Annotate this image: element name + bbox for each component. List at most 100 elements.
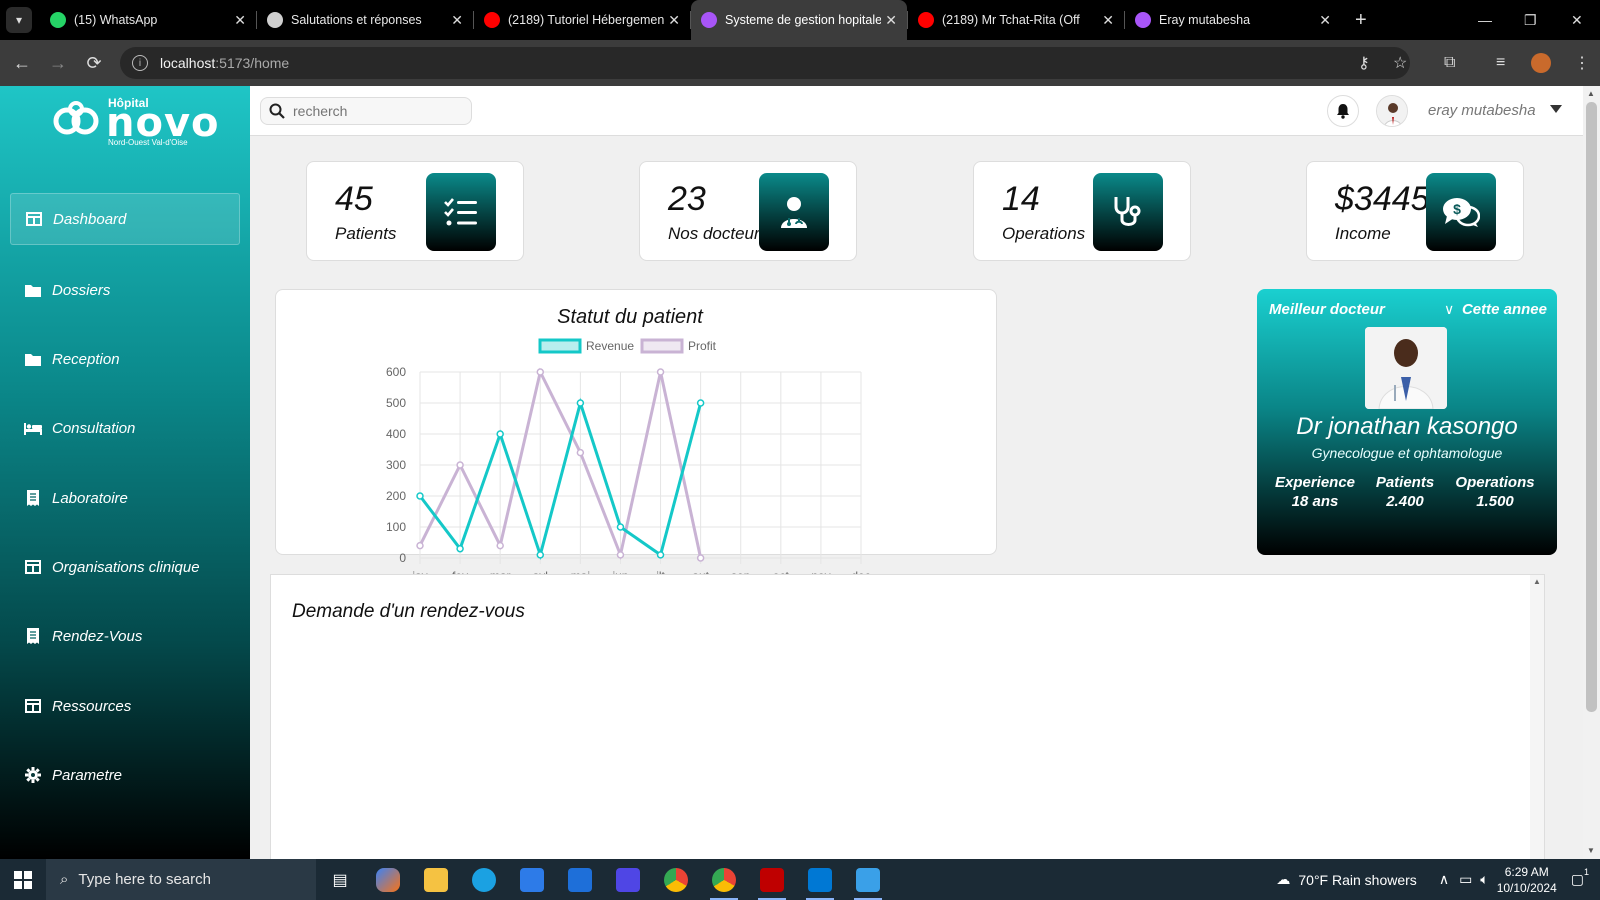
chrome-active-app[interactable] <box>700 859 748 900</box>
vscode-app[interactable] <box>796 859 844 900</box>
start-button[interactable] <box>0 870 46 889</box>
sidebar-item-consultation[interactable]: Consultation <box>10 402 240 454</box>
sidebar-item-laboratoire[interactable]: Laboratoire <box>10 472 240 524</box>
data-point-profit <box>536 368 545 376</box>
browser-tab[interactable]: Eray mutabesha ✕ <box>1125 0 1341 40</box>
sidebar-item-organisations-clinique[interactable]: Organisations clinique <box>10 541 240 593</box>
search-input[interactable] <box>293 103 453 119</box>
chrome-app[interactable] <box>652 859 700 900</box>
user-menu-caret-icon[interactable] <box>1550 105 1562 113</box>
image-app[interactable] <box>844 859 892 900</box>
clock[interactable]: 6:29 AM 10/10/2024 <box>1497 864 1557 896</box>
user-name[interactable]: eray mutabesha <box>1428 102 1536 119</box>
tab-search-button[interactable]: ▾ <box>6 7 32 33</box>
back-button[interactable]: ← <box>4 53 40 74</box>
stat-label: Patients <box>335 224 397 243</box>
y-tick-label: 0 <box>399 551 406 565</box>
media-control-icon[interactable]: ≡ <box>1496 40 1505 86</box>
page-scroll-thumb[interactable] <box>1586 102 1597 712</box>
sidebar-item-label: Dashboard <box>53 210 127 228</box>
address-bar[interactable]: i localhost:5173/home <box>120 47 1410 79</box>
notifications-button[interactable] <box>1327 95 1359 127</box>
mail-app[interactable] <box>556 859 604 900</box>
close-window-button[interactable]: ✕ <box>1571 0 1583 40</box>
battery-icon[interactable]: ▭ <box>1459 871 1472 888</box>
restore-button[interactable]: ❐ <box>1524 0 1537 40</box>
tray-chevron-icon[interactable]: ∧ <box>1439 871 1449 888</box>
user-avatar[interactable] <box>1376 95 1408 127</box>
edge-app[interactable] <box>460 859 508 900</box>
browser-tab[interactable]: (2189) Tutoriel Hébergement ✕ <box>474 0 690 40</box>
volume-icon[interactable]: 🔈︎ <box>1480 871 1488 888</box>
browser-tab[interactable]: (15) WhatsApp ✕ <box>40 0 256 40</box>
data-point-revenue <box>416 492 424 500</box>
receipt-icon <box>24 490 42 506</box>
page-scrollbar[interactable]: ▲ ▼ <box>1583 86 1600 859</box>
sidebar-item-ressources[interactable]: Ressources <box>10 680 240 732</box>
new-tab-button[interactable]: + <box>1355 9 1367 32</box>
forward-button[interactable]: → <box>40 53 76 74</box>
chevron-down-icon[interactable]: ∨ <box>1444 301 1454 318</box>
period-selector[interactable]: Cette annee <box>1462 301 1547 318</box>
sidebar-item-dossiers[interactable]: Dossiers <box>10 264 240 316</box>
search-box[interactable] <box>260 97 472 125</box>
copilot-app[interactable] <box>364 859 412 900</box>
filezilla-app[interactable] <box>748 859 796 900</box>
stat-card-patients: 45 Patients <box>306 161 524 261</box>
video-app[interactable] <box>604 859 652 900</box>
file-explorer-app[interactable] <box>412 859 460 900</box>
tab-close-icon[interactable]: ✕ <box>1102 12 1114 29</box>
doctor-name: Dr jonathan kasongo <box>1296 413 1518 440</box>
sidebar-item-reception[interactable]: Reception <box>10 333 240 385</box>
panel-scrollbar[interactable]: ▲ <box>1530 575 1544 859</box>
vite-icon <box>1135 12 1151 28</box>
tab-close-icon[interactable]: ✕ <box>451 12 463 29</box>
stat-value: 14 <box>1002 180 1040 218</box>
task-view-button[interactable]: ▤ <box>316 859 364 900</box>
password-key-icon[interactable]: ⚷ <box>1358 40 1370 86</box>
top-header: eray mutabesha <box>250 86 1583 136</box>
data-point-profit <box>496 541 504 550</box>
minimize-button[interactable]: — <box>1478 0 1492 40</box>
bookmark-star-icon[interactable]: ☆ <box>1393 40 1407 86</box>
weather-icon[interactable]: ☁ <box>1276 871 1290 888</box>
doctor-stat: Operations 1.500 <box>1450 474 1540 510</box>
taskbar-search[interactable]: ⌕ Type here to search <box>46 859 316 900</box>
tab-title: (2189) Mr Tchat-Rita (Off <box>942 13 1080 27</box>
money-chat-icon: $ <box>1426 173 1496 251</box>
data-point-profit <box>416 541 424 550</box>
browser-tab[interactable]: (2189) Mr Tchat-Rita (Off ✕ <box>908 0 1124 40</box>
sidebar: Hôpital novo Nord-Ouest Val-d'Oise Dashb… <box>0 86 250 859</box>
sidebar-item-label: Reception <box>52 350 120 368</box>
system-tray: ☁ 70°F Rain showers ∧ ▭ 🔈︎ 6:29 AM 10/10… <box>1276 859 1600 900</box>
youtube-icon <box>484 12 500 28</box>
profile-avatar-icon[interactable] <box>1531 40 1551 86</box>
hospital-logo[interactable]: Hôpital novo Nord-Ouest Val-d'Oise <box>52 92 219 150</box>
y-tick-label: 200 <box>386 489 406 503</box>
notifications-tray-icon[interactable]: ▢ 1 <box>1571 867 1589 888</box>
reload-button[interactable]: ⟳ <box>76 53 112 74</box>
extensions-icon[interactable]: ⧉ <box>1444 40 1455 86</box>
tab-close-icon[interactable]: ✕ <box>1319 12 1331 29</box>
sidebar-item-rendez-vous[interactable]: Rendez-Vous <box>10 610 240 662</box>
browser-tab[interactable]: Systeme de gestion hopitale ✕ <box>691 0 907 40</box>
site-info-icon[interactable]: i <box>132 55 148 71</box>
store-app[interactable] <box>508 859 556 900</box>
browser-tab[interactable]: Salutations et réponses ✕ <box>257 0 473 40</box>
data-point-revenue <box>576 399 585 407</box>
tab-title: Eray mutabesha <box>1159 13 1251 27</box>
stat-card-income: $3445 Income $ <box>1306 161 1524 261</box>
tab-close-icon[interactable]: ✕ <box>885 12 897 29</box>
weather-text[interactable]: 70°F Rain showers <box>1298 872 1416 888</box>
sidebar-item-dashboard[interactable]: Dashboard <box>10 193 240 245</box>
tab-close-icon[interactable]: ✕ <box>668 12 680 29</box>
bed-icon <box>24 420 42 436</box>
sidebar-item-parametre[interactable]: Parametre <box>10 749 240 801</box>
data-point-revenue <box>616 523 625 531</box>
sidebar-item-label: Ressources <box>52 697 132 715</box>
youtube-icon <box>918 12 934 28</box>
chart-title: Statut du patient <box>557 306 704 328</box>
bell-icon <box>1337 104 1349 119</box>
browser-menu-icon[interactable]: ⋮ <box>1574 40 1590 86</box>
tab-close-icon[interactable]: ✕ <box>234 12 246 29</box>
